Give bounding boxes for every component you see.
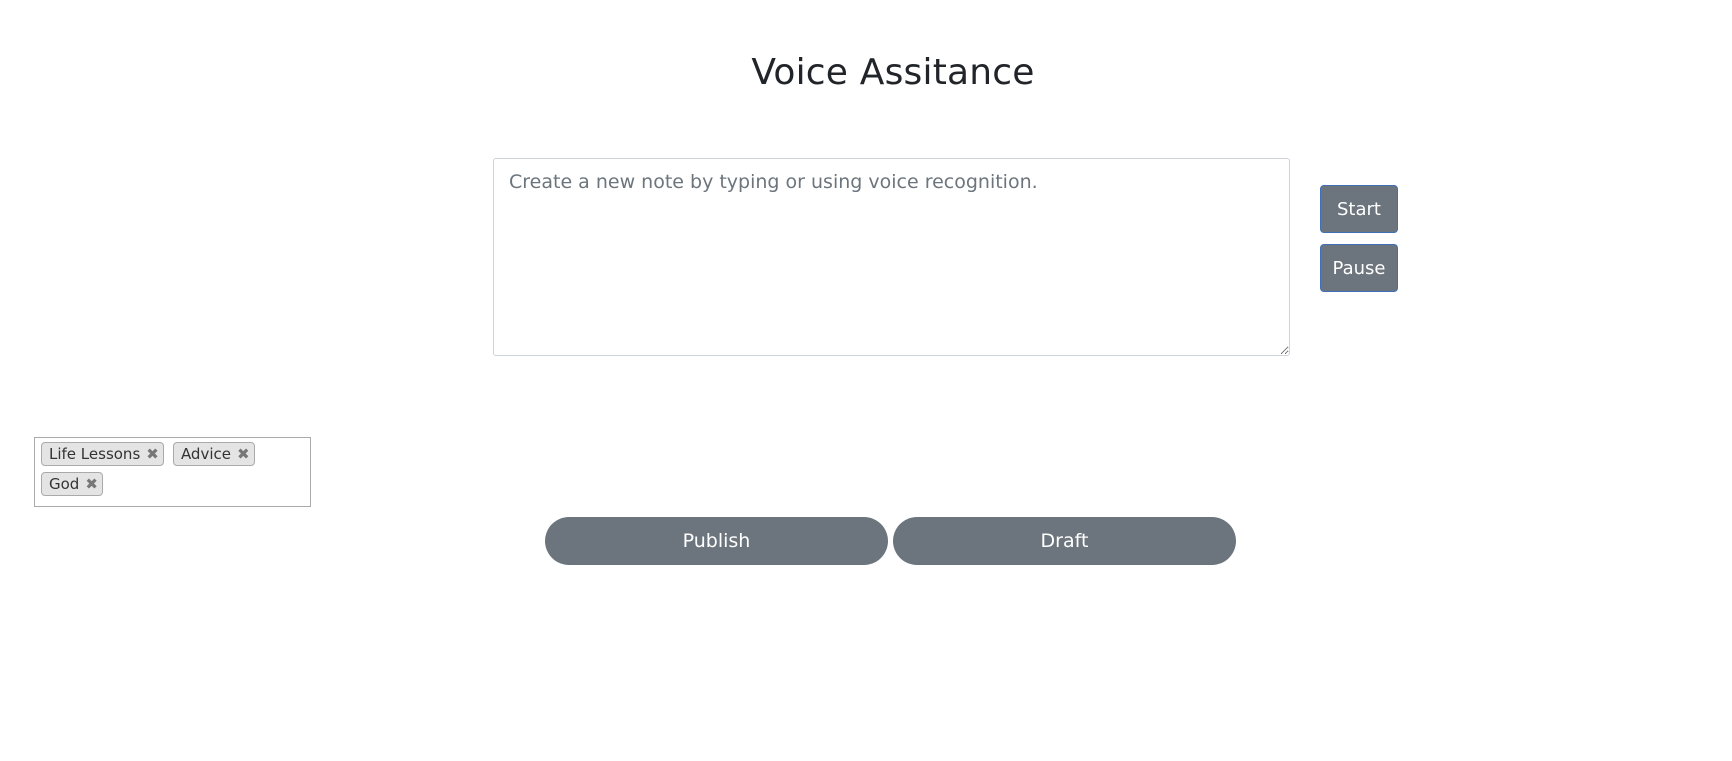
tag-chip: Advice ✖	[172, 442, 255, 466]
tag-label: Advice	[180, 445, 231, 463]
tag-label: Life Lessons	[49, 445, 141, 463]
remove-tag-icon[interactable]: ✖	[146, 446, 159, 462]
tag-selector[interactable]: Life Lessons ✖ Advice ✖ God ✖	[34, 437, 311, 507]
draft-button[interactable]: Draft	[893, 517, 1236, 565]
tag-chip: God ✖	[41, 472, 103, 496]
voice-assistance-page: Voice Assitance Start Pause Life Lessons…	[0, 0, 1732, 761]
remove-tag-icon[interactable]: ✖	[85, 476, 98, 492]
pause-button[interactable]: Pause	[1320, 244, 1398, 292]
publish-button[interactable]: Publish	[545, 517, 888, 565]
tag-label: God	[49, 475, 80, 493]
remove-tag-icon[interactable]: ✖	[237, 446, 250, 462]
page-title: Voice Assitance	[751, 52, 1035, 93]
start-button[interactable]: Start	[1320, 185, 1398, 233]
tag-chip: Life Lessons ✖	[41, 442, 164, 466]
note-textarea[interactable]	[493, 158, 1290, 356]
